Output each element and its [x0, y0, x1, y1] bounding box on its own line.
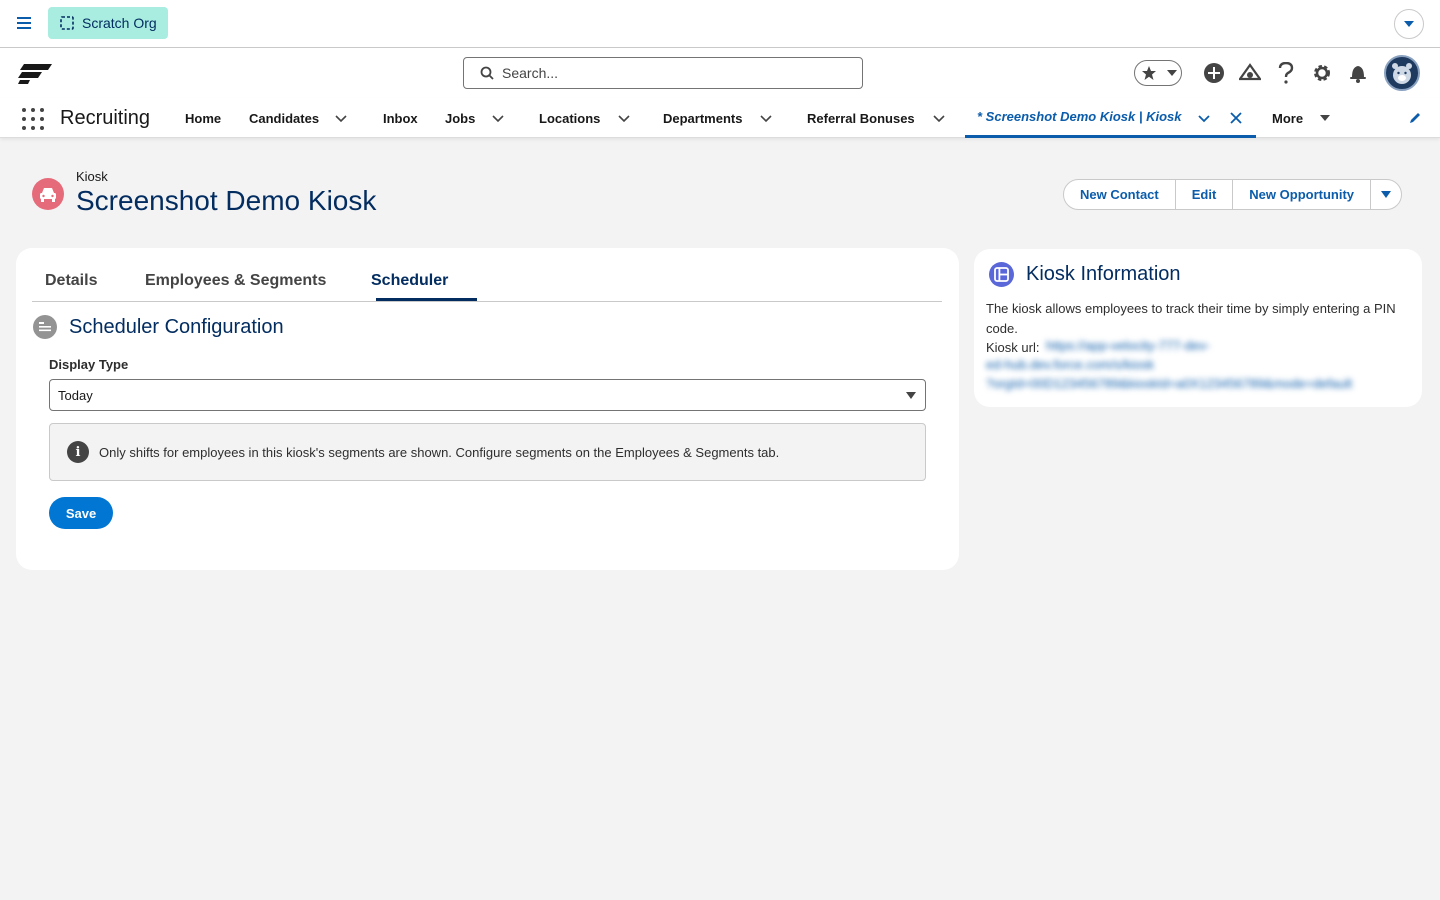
- section-title: Scheduler Configuration: [69, 316, 284, 338]
- active-tab-indicator: [376, 298, 477, 301]
- top-bar: Scratch Org: [0, 0, 1440, 48]
- scratch-org-badge[interactable]: Scratch Org: [48, 7, 168, 39]
- display-type-select[interactable]: Today: [49, 379, 926, 411]
- kiosk-url-link-line-1[interactable]: https://app-velocity-777-dev-: [1046, 338, 1210, 353]
- caret-down-icon: [1381, 191, 1392, 198]
- new-opportunity-button[interactable]: New Opportunity: [1233, 180, 1372, 209]
- setup-gear-icon[interactable]: [1304, 56, 1340, 90]
- scheduler-section-icon: [33, 315, 57, 339]
- new-contact-button[interactable]: New Contact: [1064, 180, 1176, 209]
- kiosk-url-label: Kiosk url:: [986, 340, 1040, 355]
- nav-item-label: Inbox: [383, 110, 418, 126]
- favorites-button[interactable]: [1134, 60, 1182, 86]
- nav-item-label: More: [1272, 110, 1304, 126]
- edit-nav-pencil-icon[interactable]: [1408, 111, 1422, 130]
- chevron-down-icon[interactable]: [1198, 112, 1210, 124]
- nav-item-label: Jobs: [445, 110, 476, 126]
- global-actions-add-icon[interactable]: [1196, 56, 1232, 90]
- chevron-down-icon[interactable]: [492, 112, 504, 124]
- chevron-down-icon[interactable]: [335, 112, 347, 124]
- search-icon: [480, 66, 494, 80]
- org-dropdown-button[interactable]: [1394, 9, 1424, 39]
- nav-item-inbox[interactable]: Inbox: [383, 98, 418, 138]
- trailhead-guidance-icon[interactable]: [1232, 56, 1268, 90]
- nav-item-label: Locations: [539, 110, 601, 126]
- nav-item-departments[interactable]: Departments: [663, 98, 773, 138]
- user-avatar[interactable]: [1384, 55, 1420, 91]
- save-button[interactable]: Save: [49, 497, 113, 529]
- kiosk-url-link-line-2[interactable]: ed-hub.dev.force.com/s/kiosk: [986, 357, 1154, 372]
- kiosk-information-card: Kiosk Information The kiosk allows emplo…: [974, 249, 1422, 407]
- nav-item-more[interactable]: More: [1272, 98, 1331, 138]
- chevron-down-icon[interactable]: [760, 112, 773, 124]
- header-utility-icons: [1134, 55, 1420, 91]
- app-logo: [18, 64, 52, 84]
- nav-item-candidates[interactable]: Candidates: [249, 98, 347, 138]
- chevron-down-icon[interactable]: [618, 112, 630, 124]
- display-type-label: Display Type: [49, 357, 129, 372]
- record-title: Screenshot Demo Kiosk: [76, 185, 377, 216]
- nav-item-referral-bonuses[interactable]: Referral Bonuses: [807, 98, 945, 138]
- scratch-org-icon: [60, 16, 74, 30]
- app-launcher-icon[interactable]: [22, 108, 44, 130]
- nav-item-active-record-tab[interactable]: * Screenshot Demo Kiosk | Kiosk: [965, 98, 1256, 138]
- nav-item-home[interactable]: Home: [185, 98, 221, 138]
- nav-item-jobs[interactable]: Jobs: [445, 98, 504, 138]
- caret-down-icon: [1320, 115, 1331, 121]
- nav-item-locations[interactable]: Locations: [539, 98, 630, 138]
- kiosk-url-link-line-3[interactable]: ?orgId=00D123456789&kioskId=a0X123456789…: [986, 376, 1352, 391]
- global-header: Search...: [0, 48, 1440, 98]
- scratch-org-label: Scratch Org: [82, 15, 157, 31]
- segments-info-notice: i Only shifts for employees in this kios…: [49, 423, 926, 481]
- active-tab-label: * Screenshot Demo Kiosk | Kiosk: [977, 109, 1182, 124]
- nav-item-label: Candidates: [249, 110, 320, 126]
- chevron-down-icon[interactable]: [933, 112, 945, 124]
- info-icon: i: [67, 441, 89, 463]
- close-icon[interactable]: [1230, 112, 1242, 124]
- tab-details[interactable]: Details: [45, 272, 97, 290]
- help-icon[interactable]: [1268, 56, 1304, 90]
- kiosk-info-icon: [989, 262, 1014, 287]
- search-placeholder: Search...: [502, 65, 559, 81]
- notifications-bell-icon[interactable]: [1340, 56, 1376, 90]
- record-tabs: Details Employees & Segments Scheduler: [32, 262, 942, 302]
- tab-scheduler[interactable]: Scheduler: [371, 272, 448, 290]
- notice-text: Only shifts for employees in this kiosk'…: [99, 444, 780, 460]
- hamburger-menu-icon[interactable]: [16, 14, 34, 32]
- record-detail-card: Details Employees & Segments Scheduler S…: [16, 248, 959, 570]
- kiosk-description: The kiosk allows employees to track thei…: [986, 301, 1396, 336]
- nav-item-label: Departments: [663, 110, 743, 126]
- star-icon: [1142, 66, 1156, 80]
- record-actions: New Contact Edit New Opportunity: [1063, 179, 1403, 210]
- display-type-value: Today: [58, 387, 93, 403]
- chevron-down-icon: [1167, 70, 1177, 76]
- app-navigation-bar: Recruiting Home Candidates Inbox Jobs Lo…: [0, 98, 1440, 138]
- tab-employees-segments[interactable]: Employees & Segments: [145, 272, 326, 290]
- more-actions-button[interactable]: [1371, 180, 1401, 209]
- kiosk-info-title: Kiosk Information: [1026, 263, 1181, 285]
- caret-down-icon: [906, 392, 916, 399]
- record-type-label: Kiosk: [76, 169, 108, 184]
- app-name: Recruiting: [60, 107, 151, 129]
- kiosk-record-icon: [32, 178, 64, 210]
- nav-item-label: Referral Bonuses: [807, 110, 915, 126]
- global-search-input[interactable]: Search...: [463, 57, 863, 89]
- nav-item-label: Home: [185, 110, 222, 126]
- edit-button[interactable]: Edit: [1176, 180, 1234, 209]
- chevron-down-icon: [1404, 21, 1414, 27]
